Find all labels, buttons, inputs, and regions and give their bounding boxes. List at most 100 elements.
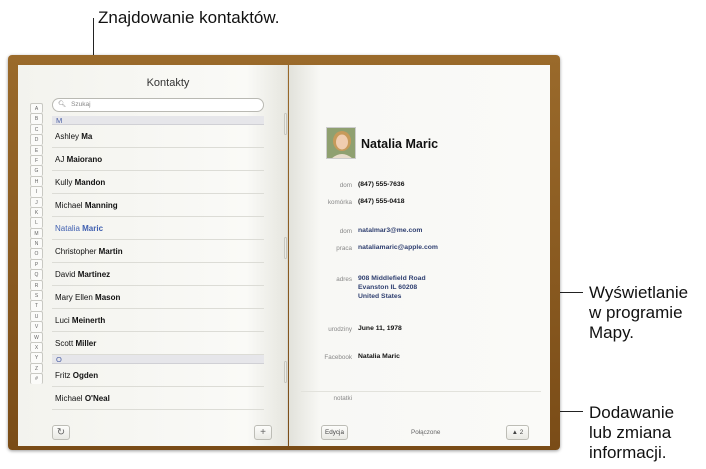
contact-first-name: Luci: [55, 316, 70, 325]
left-toolbar: ↻ +: [48, 422, 288, 442]
binding-ring: [284, 237, 287, 259]
index-letter[interactable]: S: [30, 290, 43, 301]
add-contact-button[interactable]: +: [254, 425, 272, 440]
callout-find-contacts: Znajdowanie kontaktów.: [98, 8, 280, 27]
refresh-icon: ↻: [56, 427, 66, 438]
facebook-value[interactable]: Natalia Maric: [358, 353, 400, 360]
index-letter[interactable]: X: [30, 341, 43, 353]
index-letter[interactable]: E: [30, 144, 43, 155]
index-letter[interactable]: Y: [30, 352, 43, 363]
index-letter[interactable]: O: [30, 248, 43, 259]
index-letter[interactable]: M: [30, 227, 43, 239]
index-letter[interactable]: C: [30, 123, 43, 135]
contact-row[interactable]: Michael Manning: [52, 194, 264, 217]
contact-first-name: David: [55, 270, 76, 279]
edit-button[interactable]: Edycja: [321, 425, 348, 440]
index-letter[interactable]: W: [30, 331, 43, 342]
contact-row[interactable]: Fritz Ogden: [52, 364, 264, 387]
contact-photo: [326, 127, 356, 159]
index-letter[interactable]: J: [30, 196, 43, 207]
contact-row[interactable]: Michael O'Neal: [52, 387, 264, 410]
index-letter[interactable]: V: [30, 321, 43, 332]
index-letter[interactable]: R: [30, 279, 43, 291]
contact-row[interactable]: Luci Meinerth: [52, 309, 264, 332]
search-icon: 🔍︎: [58, 101, 67, 108]
contact-last-name: Mason: [95, 293, 121, 302]
contact-last-name: Ogden: [72, 371, 99, 380]
index-letter[interactable]: #: [30, 373, 43, 384]
contact-first-name: AJ: [55, 155, 65, 164]
contact-last-name: Martinez: [77, 270, 111, 279]
mobile-value[interactable]: (847) 555-0418: [358, 198, 404, 205]
callout-maps-line1: Wyświetlanie: [589, 283, 689, 302]
index-letter[interactable]: U: [30, 310, 43, 322]
index-letter[interactable]: K: [30, 206, 43, 218]
page-title: Kontakty: [146, 77, 190, 89]
contact-last-name: Manning: [84, 201, 118, 210]
address-line1: 908 Middlefield Road: [358, 275, 426, 282]
contact-last-name: Martin: [98, 247, 123, 256]
notes-divider: [301, 391, 541, 392]
index-letter[interactable]: P: [30, 258, 43, 270]
contacts-book: A B C D E F G H I J K L M N O P Q R S T U V W X Y Z # Kontakty 🔍︎ …: [8, 55, 560, 450]
linked-cards-button[interactable]: ▲ 2: [506, 425, 529, 440]
index-letter[interactable]: G: [30, 165, 43, 176]
linked-contacts-label: Połączone: [411, 429, 441, 436]
address-label: adres: [336, 276, 352, 283]
contact-row[interactable]: Scott Miller: [52, 332, 264, 355]
index-letter[interactable]: I: [30, 186, 43, 197]
callout-maps-line2: w programie: [589, 303, 683, 322]
contact-detail-page: Natalia Maric dom (847) 555-7636 komórka…: [289, 65, 550, 446]
contact-name: Natalia Maric: [361, 137, 439, 151]
callout-edit-line2: lub zmiana: [589, 423, 672, 442]
index-letter[interactable]: H: [30, 175, 43, 187]
contact-row[interactable]: Mary Ellen Mason: [52, 286, 264, 309]
index-letter[interactable]: T: [30, 300, 43, 311]
person-icon: ▲: [511, 429, 518, 436]
index-letter[interactable]: F: [30, 154, 43, 166]
right-toolbar: Edycja Połączone ▲ 2: [301, 422, 541, 442]
callout-maps: Wyświetlanie w programie Mapy.: [589, 283, 688, 343]
contact-first-name: Michael: [55, 394, 83, 403]
address-line3: United States: [358, 293, 402, 300]
contact-row[interactable]: David Martinez: [52, 263, 264, 286]
contacts-list-page: A B C D E F G H I J K L M N O P Q R S T U V W X Y Z # Kontakty 🔍︎ …: [18, 65, 288, 446]
home-email-value[interactable]: natalmar3@me.com: [358, 227, 422, 234]
contact-last-name: Maiorano: [66, 155, 103, 164]
contact-row[interactable]: AJ Maiorano: [52, 148, 264, 171]
index-letter[interactable]: B: [30, 113, 43, 124]
address-line2: Evanston IL 60208: [358, 284, 418, 291]
index-letter[interactable]: Z: [30, 362, 43, 374]
alphabet-index[interactable]: A B C D E F G H I J K L M N O P Q R S T U V W X Y Z #: [30, 103, 44, 384]
address-value[interactable]: 908 Middlefield Road Evanston IL 60208 U…: [358, 274, 426, 301]
work-email-value[interactable]: nataliamaric@apple.com: [358, 244, 438, 251]
index-letter[interactable]: D: [30, 134, 43, 145]
facebook-label: Facebook: [324, 354, 352, 361]
contact-first-name: Michael: [55, 201, 83, 210]
contact-first-name: Kully: [55, 178, 73, 187]
contact-row[interactable]: Natalia Maric: [52, 217, 264, 240]
binding-ring: [284, 113, 287, 135]
contact-first-name: Fritz: [55, 371, 71, 380]
search-input[interactable]: 🔍︎ Szukaj: [52, 98, 264, 112]
contact-row[interactable]: Kully Mandon: [52, 171, 264, 194]
contact-first-name: Christopher: [55, 247, 97, 256]
notes-label: notatki: [333, 395, 352, 402]
refresh-button[interactable]: ↻: [52, 425, 70, 440]
search-placeholder: Szukaj: [71, 101, 91, 108]
contact-first-name: Ashley: [55, 132, 80, 141]
home-email-label: dom: [339, 228, 352, 235]
contact-row[interactable]: Ashley Ma: [52, 125, 264, 148]
add-icon: +: [260, 427, 266, 438]
index-letter[interactable]: Q: [30, 269, 43, 280]
index-letter[interactable]: N: [30, 238, 43, 249]
contact-row[interactable]: Christopher Martin: [52, 240, 264, 263]
index-letter[interactable]: L: [30, 217, 43, 228]
index-letter[interactable]: A: [30, 103, 43, 114]
work-email-label: praca: [336, 245, 352, 252]
person-photo-icon: [327, 128, 355, 158]
contact-first-name: Natalia: [55, 224, 80, 233]
binding-ring: [284, 361, 287, 383]
mobile-label: komórka: [327, 199, 352, 206]
home-phone-value[interactable]: (847) 555-7636: [358, 181, 404, 188]
